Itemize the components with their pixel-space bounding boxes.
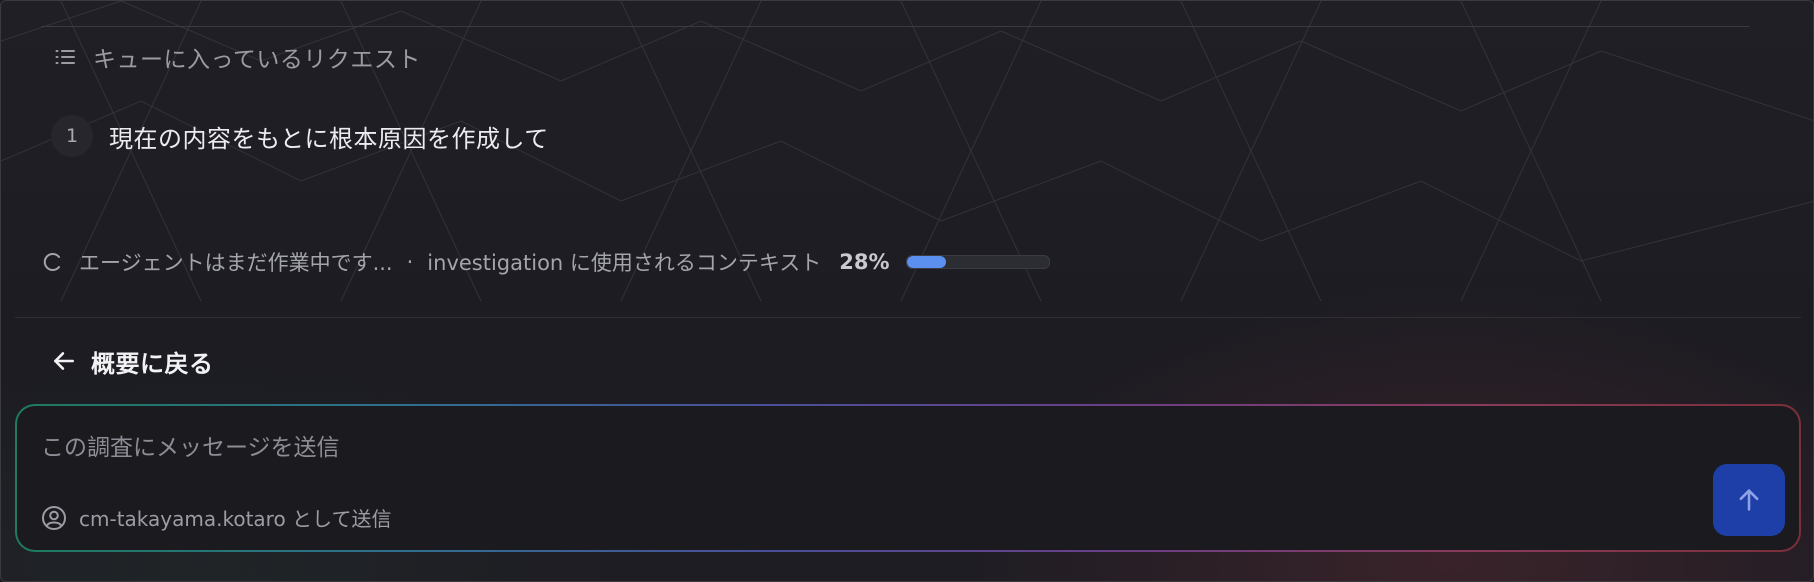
arrow-left-icon [54,352,74,370]
status-separator: · [406,250,414,274]
arrow-up-icon [1739,489,1759,511]
message-composer: cm-takayama.kotaro として送信 [15,404,1801,552]
send-button[interactable] [1713,464,1785,536]
context-usage-label: investigation に使用されるコンテキスト [427,251,822,275]
queue-item-number: 1 [51,115,93,157]
back-to-overview-label: 概要に戻る [91,349,214,378]
agent-status: エージェントはまだ作業中です... · investigation に使用される… [43,247,1050,277]
sender-text: cm-takayama.kotaro として送信 [79,507,392,531]
top-divider [41,26,1749,27]
context-usage-percent: 28% [839,250,890,274]
list-icon [55,50,75,64]
investigation-panel: キューに入っているリクエスト 1 現在の内容をもとに根本原因を作成して エージェ… [0,0,1814,582]
context-usage-bar [905,255,1050,269]
queue-item: 1 現在の内容をもとに根本原因を作成して [51,115,549,157]
queue-title: キューに入っているリクエスト [93,47,421,73]
context-usage-fill [906,256,947,268]
queue-item-text: 現在の内容をもとに根本原因を作成して [109,124,549,153]
message-input[interactable] [39,426,1643,470]
spinner-icon [43,253,60,271]
section-divider [15,317,1801,318]
back-to-overview-button[interactable]: 概要に戻る [51,343,214,379]
sender-info: cm-takayama.kotaro として送信 [41,503,391,532]
user-circle-icon [42,505,66,530]
agent-working-text: エージェントはまだ作業中です... [79,251,393,275]
queue-header: キューに入っているリクエスト [53,41,421,73]
composer-body: cm-takayama.kotaro として送信 [17,406,1799,550]
